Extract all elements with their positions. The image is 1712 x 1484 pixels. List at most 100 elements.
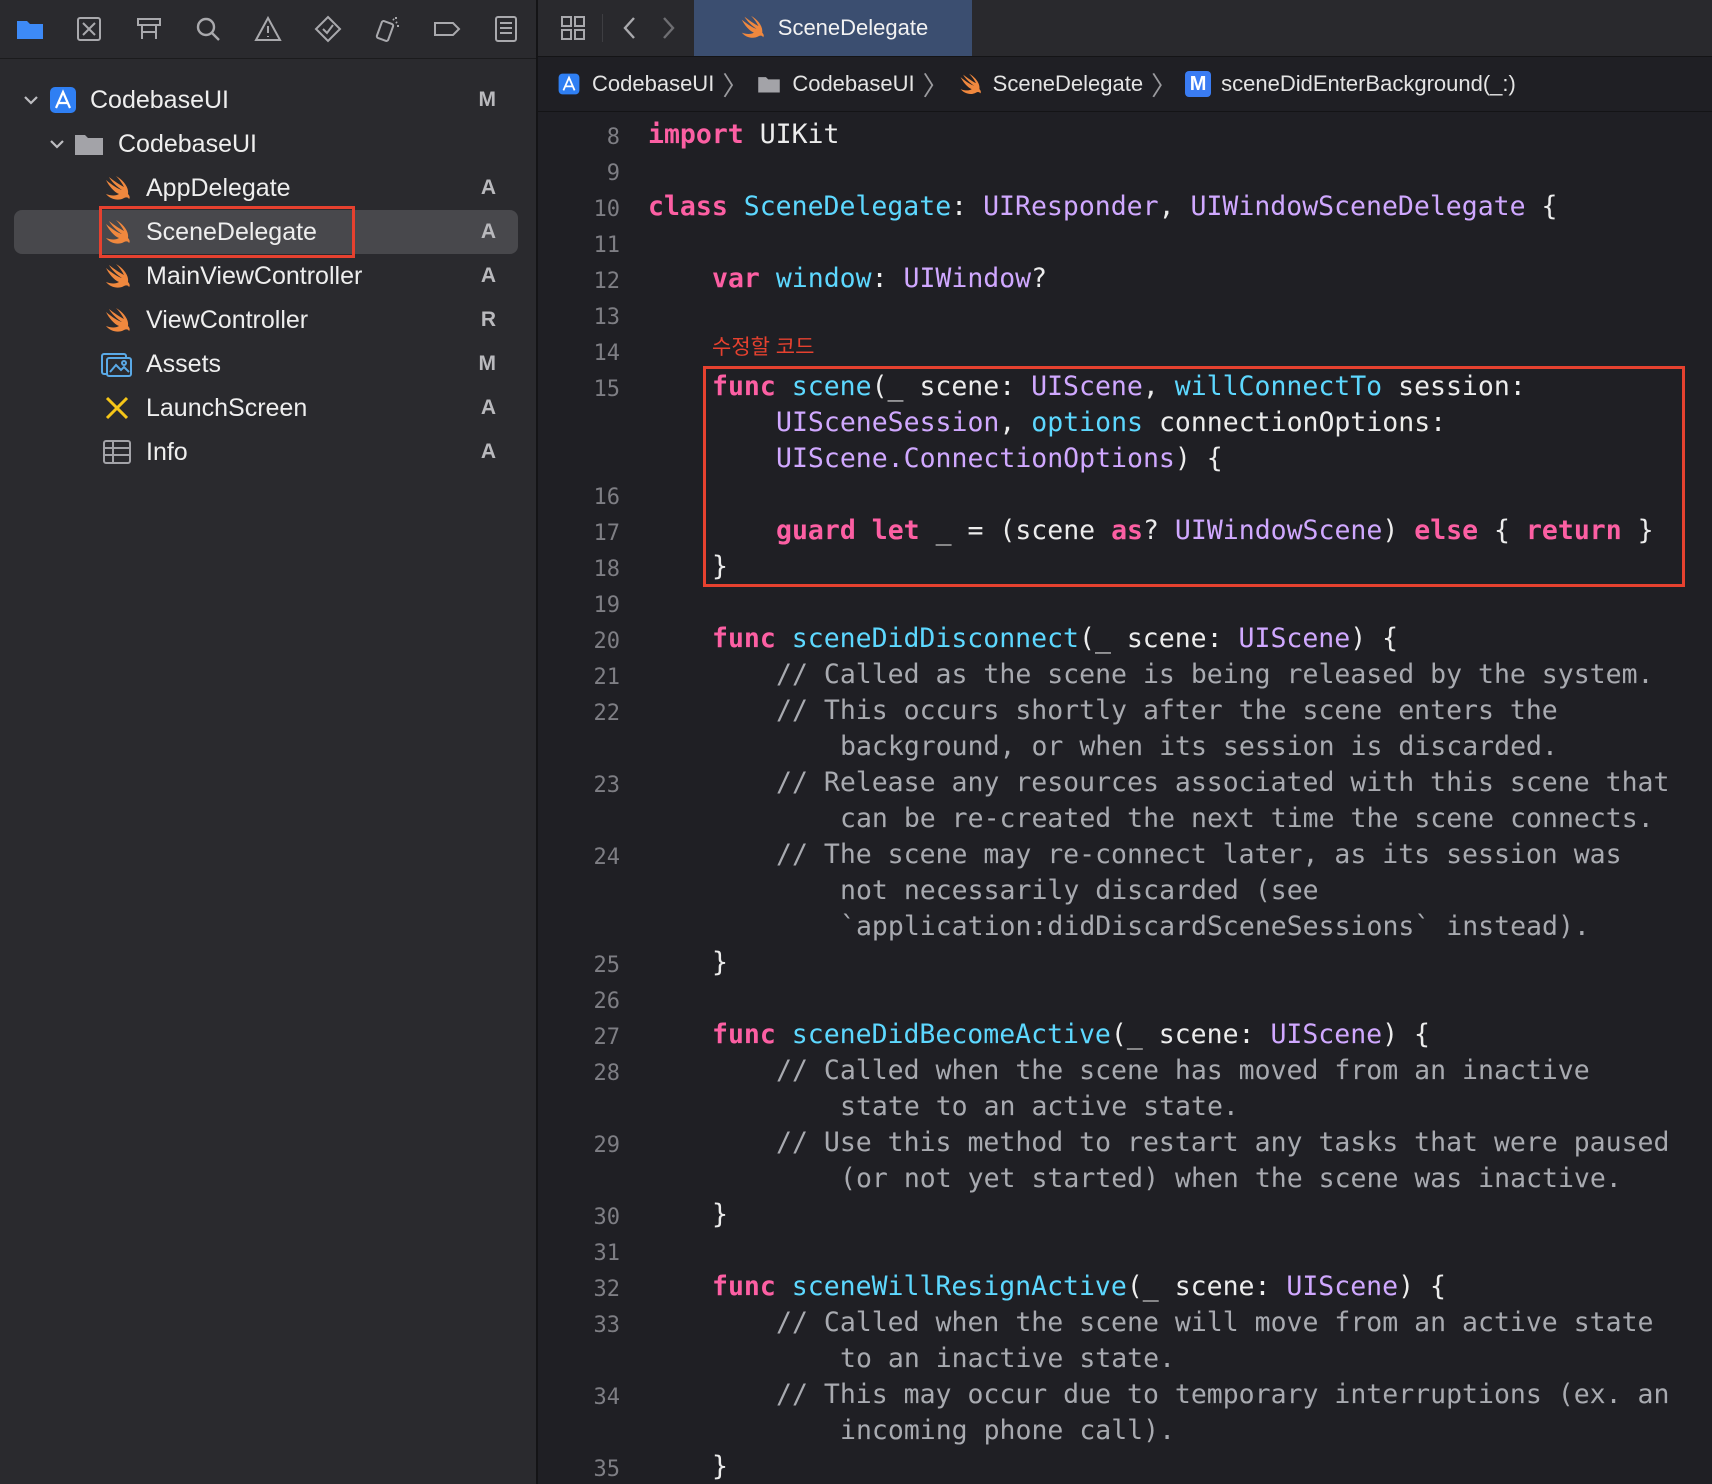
tree-item-label: MainViewController bbox=[146, 261, 363, 290]
line-number: 26 bbox=[593, 989, 621, 1014]
tree-item-launchscreen[interactable]: LaunchScreen A bbox=[14, 386, 518, 430]
chevron-down-icon[interactable] bbox=[18, 87, 44, 113]
git-status-badge: M bbox=[478, 352, 497, 375]
swift-icon bbox=[100, 303, 134, 337]
line-number: 29 bbox=[593, 1133, 621, 1158]
line-number: 23 bbox=[593, 773, 621, 798]
tab-bar: SceneDelegate bbox=[538, 0, 1712, 57]
method-icon: M bbox=[1185, 71, 1212, 97]
swift-icon bbox=[100, 259, 134, 293]
xcode-project-icon bbox=[46, 83, 80, 117]
chevron-left-icon[interactable] bbox=[612, 0, 648, 56]
plist-icon bbox=[100, 435, 134, 469]
line-number: 18 bbox=[593, 557, 621, 582]
line-number: 11 bbox=[593, 233, 621, 258]
tree-item-label: CodebaseUI bbox=[90, 85, 229, 114]
tree-item-group[interactable]: CodebaseUI bbox=[14, 122, 518, 166]
line-number: 20 bbox=[593, 629, 621, 654]
xcode-project-icon bbox=[556, 71, 582, 97]
debug-icon[interactable] bbox=[357, 0, 417, 58]
line-number: 17 bbox=[593, 521, 621, 546]
line-number: 14 bbox=[593, 341, 621, 366]
tree-item-info[interactable]: Info A bbox=[14, 430, 518, 474]
code-line: func sceneWillResignActive(_ scene: UISc… bbox=[712, 1271, 1446, 1302]
code-area[interactable]: 8 9 10 11 12 13 14 15 16 17 18 19 20 21 … bbox=[538, 113, 1712, 1484]
git-status-badge: M bbox=[478, 88, 497, 111]
code-comment: // The scene may re-connect later, as it… bbox=[776, 839, 1622, 870]
line-number: 8 bbox=[606, 125, 620, 150]
chevron-down-icon[interactable] bbox=[44, 131, 70, 157]
test-icon[interactable] bbox=[298, 0, 358, 58]
tree-item-label: CodebaseUI bbox=[118, 129, 257, 158]
breadcrumb-label: CodebaseUI bbox=[792, 71, 915, 96]
highlight-box bbox=[99, 206, 355, 258]
code-line: class SceneDelegate: UIResponder, UIWind… bbox=[648, 191, 1558, 222]
line-number: 31 bbox=[593, 1241, 621, 1266]
divider bbox=[602, 14, 603, 42]
code-comment: background, or when its session is disca… bbox=[840, 731, 1558, 762]
tree-item-project[interactable]: CodebaseUI M bbox=[14, 78, 518, 122]
code-comment: `application:didDiscardSceneSessions` in… bbox=[840, 911, 1590, 942]
breadcrumb-group[interactable]: CodebaseUI bbox=[756, 71, 915, 97]
tree-item-label: Info bbox=[146, 437, 188, 466]
report-icon[interactable] bbox=[477, 0, 537, 58]
code-comment: // Called as the scene is being released… bbox=[776, 659, 1654, 690]
tree-item-label: ViewController bbox=[146, 305, 309, 334]
git-status-badge: A bbox=[480, 440, 496, 463]
folder-icon[interactable] bbox=[0, 0, 60, 58]
line-number: 19 bbox=[593, 593, 621, 618]
tree-item-assets[interactable]: Assets M bbox=[14, 342, 518, 386]
grid-icon[interactable] bbox=[552, 0, 594, 56]
code-line: } bbox=[712, 947, 728, 978]
line-number: 12 bbox=[593, 269, 621, 294]
breadcrumb-label: SceneDelegate bbox=[992, 71, 1144, 96]
line-number: 15 bbox=[593, 377, 621, 402]
line-number: 32 bbox=[593, 1277, 621, 1302]
breakpoint-icon[interactable] bbox=[417, 0, 477, 58]
line-number: 30 bbox=[593, 1205, 621, 1230]
source-control-icon[interactable] bbox=[60, 0, 120, 58]
assets-icon bbox=[100, 347, 134, 381]
code-comment: state to an active state. bbox=[840, 1091, 1239, 1122]
swift-icon bbox=[738, 14, 766, 42]
breadcrumb-project[interactable]: CodebaseUI bbox=[556, 71, 714, 97]
line-number: 22 bbox=[593, 701, 621, 726]
tree-item-viewcontroller[interactable]: ViewController R bbox=[14, 298, 518, 342]
folder-icon bbox=[756, 71, 782, 97]
code-comment: not necessarily discarded (see bbox=[840, 875, 1319, 906]
code-comment: can be re-created the next time the scen… bbox=[840, 803, 1654, 834]
code-comment: // This occurs shortly after the scene e… bbox=[776, 695, 1558, 726]
annotation-label: 수정할 코드 bbox=[712, 336, 815, 359]
code-comment: (or not yet started) when the scene was … bbox=[840, 1163, 1622, 1194]
breadcrumb-file[interactable]: SceneDelegate bbox=[957, 71, 1143, 97]
code-line: } bbox=[712, 1199, 728, 1230]
tree-item-appdelegate[interactable]: AppDelegate A bbox=[14, 166, 518, 210]
code-editor: SceneDelegate CodebaseUI 〉 CodebaseUI 〉 … bbox=[538, 0, 1712, 1484]
git-status-badge: R bbox=[480, 308, 496, 331]
line-number: 28 bbox=[593, 1061, 621, 1086]
swift-icon bbox=[100, 171, 134, 205]
chevron-right-icon: 〉 bbox=[922, 70, 949, 101]
folder-icon bbox=[72, 127, 106, 161]
code-line: func sceneDidDisconnect(_ scene: UIScene… bbox=[712, 623, 1399, 654]
project-navigator: CodebaseUI M CodebaseUI AppDelegate A Sc… bbox=[0, 0, 538, 1484]
chevron-right-icon: 〉 bbox=[1151, 70, 1178, 101]
tab-scenedelegate[interactable]: SceneDelegate bbox=[694, 0, 972, 56]
tree-item-mainviewcontroller[interactable]: MainViewController A bbox=[14, 254, 518, 298]
tree-item-label: LaunchScreen bbox=[146, 393, 308, 422]
breadcrumb-method[interactable]: M sceneDidEnterBackground(_:) bbox=[1185, 71, 1516, 97]
search-icon[interactable] bbox=[179, 0, 239, 58]
swift-icon bbox=[957, 71, 983, 97]
git-status-badge: A bbox=[480, 176, 496, 199]
chevron-right-icon[interactable] bbox=[650, 0, 686, 56]
line-number: 27 bbox=[593, 1025, 621, 1050]
warning-icon[interactable] bbox=[238, 0, 298, 58]
code-comment: // Use this method to restart any tasks … bbox=[776, 1127, 1670, 1158]
chevron-right-icon: 〉 bbox=[722, 70, 749, 101]
code-comment: // This may occur due to temporary inter… bbox=[776, 1379, 1670, 1410]
symbol-navigator-icon[interactable] bbox=[119, 0, 179, 58]
code-line: import UIKit bbox=[648, 119, 840, 150]
code-line: func sceneDidBecomeActive(_ scene: UISce… bbox=[712, 1019, 1430, 1050]
jump-bar: CodebaseUI 〉 CodebaseUI 〉 SceneDelegate … bbox=[538, 57, 1712, 112]
line-number: 10 bbox=[593, 197, 621, 222]
